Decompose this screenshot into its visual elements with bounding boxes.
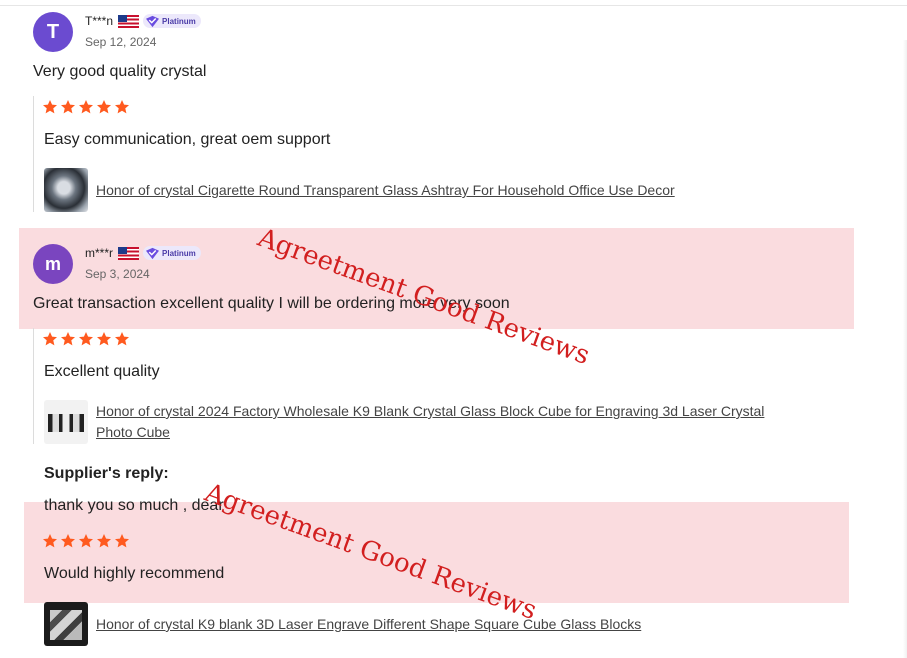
- review-date: Sep 3, 2024: [85, 267, 150, 281]
- star-icon: [97, 100, 111, 114]
- product-link-continued[interactable]: Photo Cube: [96, 422, 170, 443]
- star-icon: [115, 100, 129, 114]
- top-divider: [0, 5, 907, 6]
- supplier-reply-text: thank you so much , dear: [44, 497, 224, 514]
- scroll-edge-shadow: [903, 40, 907, 658]
- us-flag-icon: [118, 246, 140, 260]
- reviewer-header: m***r Platinum: [85, 246, 201, 260]
- product-thumbnail[interactable]: [44, 400, 88, 444]
- product-link[interactable]: Honor of crystal 2024 Factory Wholesale …: [96, 401, 764, 422]
- review-comment: Very good quality crystal: [33, 63, 207, 80]
- avatar: T: [33, 12, 73, 52]
- review-detail: Excellent quality: [44, 363, 160, 380]
- star-icon: [43, 332, 57, 346]
- product-link[interactable]: Honor of crystal K9 blank 3D Laser Engra…: [96, 614, 641, 635]
- supplier-reply-label: Supplier's reply:: [44, 465, 169, 482]
- thread-line: [33, 96, 34, 212]
- star-icon: [61, 534, 75, 548]
- star-icon: [97, 534, 111, 548]
- star-icon: [61, 100, 75, 114]
- review-detail: Easy communication, great oem support: [44, 131, 331, 148]
- star-icon: [79, 332, 93, 346]
- review-date: Sep 12, 2024: [85, 35, 157, 49]
- reviewer-name: T***n: [85, 14, 114, 28]
- review-detail: Would highly recommend: [44, 565, 225, 582]
- star-icon: [79, 534, 93, 548]
- star-icon: [97, 332, 111, 346]
- reviewer-name: m***r: [85, 246, 114, 260]
- product-thumbnail[interactable]: [44, 168, 88, 212]
- us-flag-icon: [118, 14, 140, 28]
- product-link[interactable]: Honor of crystal Cigarette Round Transpa…: [96, 180, 675, 201]
- product-thumbnail[interactable]: [44, 602, 88, 646]
- badge-label: Platinum: [162, 16, 196, 26]
- verified-badge-icon: [146, 247, 160, 259]
- star-rating: [42, 99, 130, 115]
- star-icon: [115, 534, 129, 548]
- avatar: m: [33, 244, 73, 284]
- star-icon: [115, 332, 129, 346]
- star-icon: [79, 100, 93, 114]
- platinum-badge: Platinum: [143, 246, 201, 260]
- star-rating: [42, 331, 130, 347]
- star-icon: [43, 534, 57, 548]
- star-icon: [43, 100, 57, 114]
- platinum-badge: Platinum: [143, 14, 201, 28]
- star-icon: [61, 332, 75, 346]
- thread-line: [33, 328, 34, 444]
- reviewer-header: T***n Platinum: [85, 14, 201, 28]
- badge-label: Platinum: [162, 248, 196, 258]
- verified-badge-icon: [146, 15, 160, 27]
- star-rating: [42, 533, 130, 549]
